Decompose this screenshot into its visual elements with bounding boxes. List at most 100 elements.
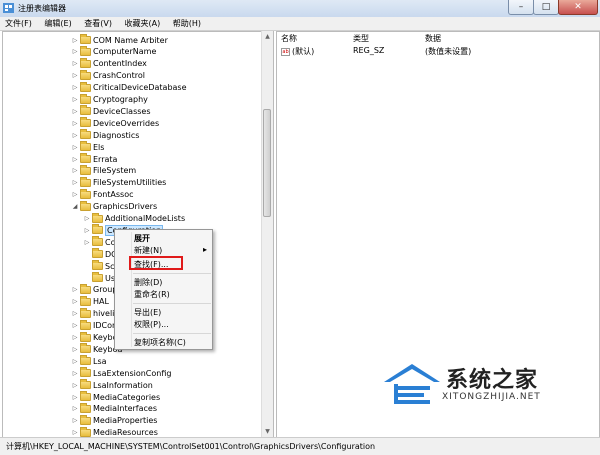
expand-arrow-icon[interactable]: ▷ (71, 167, 79, 174)
folder-icon (80, 57, 91, 68)
expand-arrow-icon[interactable]: ▷ (71, 120, 79, 127)
tree-item[interactable]: ▷ MediaInterfaces (71, 402, 157, 415)
minimize-button[interactable]: – (508, 0, 534, 15)
tree-item-label: MediaCategories (93, 392, 161, 402)
expand-arrow-icon[interactable]: ▷ (83, 215, 91, 222)
folder-icon (92, 272, 103, 282)
expand-arrow-icon[interactable]: ▷ (71, 298, 79, 305)
folder-icon (92, 212, 103, 223)
menu-file[interactable]: 文件(F) (0, 17, 37, 29)
menu-item-find[interactable]: 查找(F)... (134, 259, 168, 270)
expand-arrow-icon[interactable]: ▷ (71, 429, 79, 436)
expand-arrow-icon[interactable]: ▷ (71, 96, 79, 103)
scroll-thumb[interactable] (263, 109, 271, 217)
expand-arrow-icon[interactable]: ▷ (71, 417, 79, 424)
folder-icon (80, 93, 91, 104)
tree-item[interactable]: ▷ LsaInformation (71, 379, 153, 391)
tree-item[interactable]: ▷ LsaExtensionConfig (71, 367, 171, 379)
menu-item-copy-key-name[interactable]: 复制项名称(C) (134, 337, 186, 348)
menu-view[interactable]: 查看(V) (79, 17, 117, 29)
tree-item[interactable]: ▷ CrashControl (71, 69, 145, 82)
expand-arrow-icon[interactable]: ▷ (71, 370, 79, 377)
tree-item[interactable]: ▷ DeviceClasses (71, 105, 151, 117)
expand-arrow-icon[interactable]: ▷ (71, 72, 79, 79)
tree-item[interactable]: ▷ FileSystemUtilities (71, 176, 166, 189)
expand-arrow-icon[interactable]: ▷ (71, 394, 79, 401)
expand-arrow-icon[interactable]: ▷ (71, 156, 79, 163)
tree-item[interactable]: ▷ MediaCategories (71, 391, 160, 403)
tree-item[interactable]: ◢ GraphicsDrivers (71, 200, 157, 213)
menu-item-delete[interactable]: 删除(D) (134, 277, 162, 288)
regedit-app-icon (3, 3, 14, 13)
tree-item[interactable]: ▷ FileSystem (71, 164, 136, 177)
tree-item-label: DeviceClasses (93, 106, 151, 116)
folder-icon (80, 367, 91, 378)
menu-help[interactable]: 帮助(H) (168, 17, 206, 29)
expand-arrow-icon[interactable]: ▷ (71, 310, 79, 317)
folder-icon (92, 248, 103, 259)
menu-favorites[interactable]: 收藏夹(A) (120, 17, 166, 29)
expand-arrow-icon[interactable]: ▷ (71, 191, 79, 198)
tree-item[interactable]: ▷ IDConf (71, 319, 120, 332)
tree-item-label: ComputerName (93, 47, 157, 57)
expand-arrow-icon[interactable]: ▷ (71, 358, 79, 365)
close-button[interactable]: ✕ (558, 0, 598, 15)
folder-icon (80, 164, 91, 175)
expand-arrow-icon[interactable]: ▷ (71, 48, 79, 55)
tree-item[interactable]: ▷ DeviceOverrides (71, 117, 159, 129)
menu-item-expand[interactable]: 展开 (134, 233, 150, 244)
expand-arrow-icon[interactable]: ▷ (71, 286, 79, 293)
folder-icon (92, 224, 103, 235)
tree-item[interactable]: ▷ ComputerName (71, 45, 157, 58)
collapse-arrow-icon[interactable]: ◢ (71, 203, 79, 210)
menu-item-rename[interactable]: 重命名(R) (134, 289, 170, 300)
folder-icon (80, 414, 91, 425)
menu-item-export[interactable]: 导出(E) (134, 307, 161, 318)
folder-icon (80, 129, 91, 140)
expand-arrow-icon[interactable]: ▷ (71, 37, 79, 44)
expand-arrow-icon[interactable]: ▷ (71, 84, 79, 91)
expand-arrow-icon[interactable]: ▷ (71, 179, 79, 186)
tree-item[interactable]: ▷ CriticalDeviceDatabase (71, 81, 187, 94)
expand-arrow-icon[interactable]: ▷ (71, 346, 79, 353)
scroll-down-arrow-icon[interactable]: ▼ (262, 426, 273, 437)
folder-icon (80, 176, 91, 187)
expand-arrow-icon[interactable]: ▷ (71, 108, 79, 115)
folder-icon (80, 319, 91, 330)
expand-arrow-icon[interactable]: ▷ (71, 144, 79, 151)
tree-item[interactable]: ▷ Diagnostics (71, 129, 139, 141)
tree-item-label: Lsa (93, 356, 107, 366)
menu-item-new[interactable]: 新建(N) (134, 245, 162, 256)
scroll-up-arrow-icon[interactable]: ▲ (262, 31, 273, 42)
tree-item-label: Els (93, 142, 105, 152)
expand-arrow-icon[interactable]: ▷ (71, 382, 79, 389)
expand-arrow-icon[interactable]: ▷ (71, 132, 79, 139)
value-row[interactable]: ab (默认) REG_SZ (数值未设置) (277, 46, 541, 57)
tree-item[interactable]: ▷ COM Name Arbiter (71, 34, 168, 46)
tree-item[interactable]: ▷ Lsa (71, 355, 107, 367)
expand-arrow-icon[interactable]: ▷ (83, 239, 91, 246)
tree-item[interactable]: ▷ Cryptography (71, 93, 148, 106)
tree-item[interactable]: ▷ HAL (71, 295, 109, 308)
expand-arrow-icon[interactable]: ▷ (71, 334, 79, 341)
menu-edit[interactable]: 编辑(E) (39, 17, 76, 29)
tree-item[interactable]: ▷ Els (71, 141, 104, 153)
expand-arrow-icon[interactable]: ▷ (71, 322, 79, 329)
tree-scrollbar[interactable]: ▲ ▼ (261, 31, 273, 437)
tree-item[interactable]: ▷ MediaProperties (71, 414, 157, 427)
column-name[interactable]: 名称 (277, 32, 349, 44)
expand-arrow-icon[interactable]: ▷ (71, 405, 79, 412)
folder-icon (92, 236, 103, 247)
expand-arrow-icon[interactable]: ▷ (83, 227, 91, 234)
tree-item[interactable]: ▷ AdditionalModeLists (83, 212, 185, 225)
column-data[interactable]: 数据 (421, 32, 541, 44)
tree-item[interactable]: ▷ FontAssoc (71, 188, 134, 201)
maximize-button[interactable]: □ (533, 0, 559, 15)
folder-icon (80, 45, 91, 56)
tree-item-label: Errata (93, 154, 118, 164)
expand-arrow-icon[interactable]: ▷ (71, 60, 79, 67)
tree-item[interactable]: ▷ ContentIndex (71, 57, 147, 70)
tree-item[interactable]: ▷ Errata (71, 153, 117, 165)
column-type[interactable]: 类型 (349, 32, 421, 44)
menu-item-permissions[interactable]: 权限(P)... (134, 319, 169, 330)
